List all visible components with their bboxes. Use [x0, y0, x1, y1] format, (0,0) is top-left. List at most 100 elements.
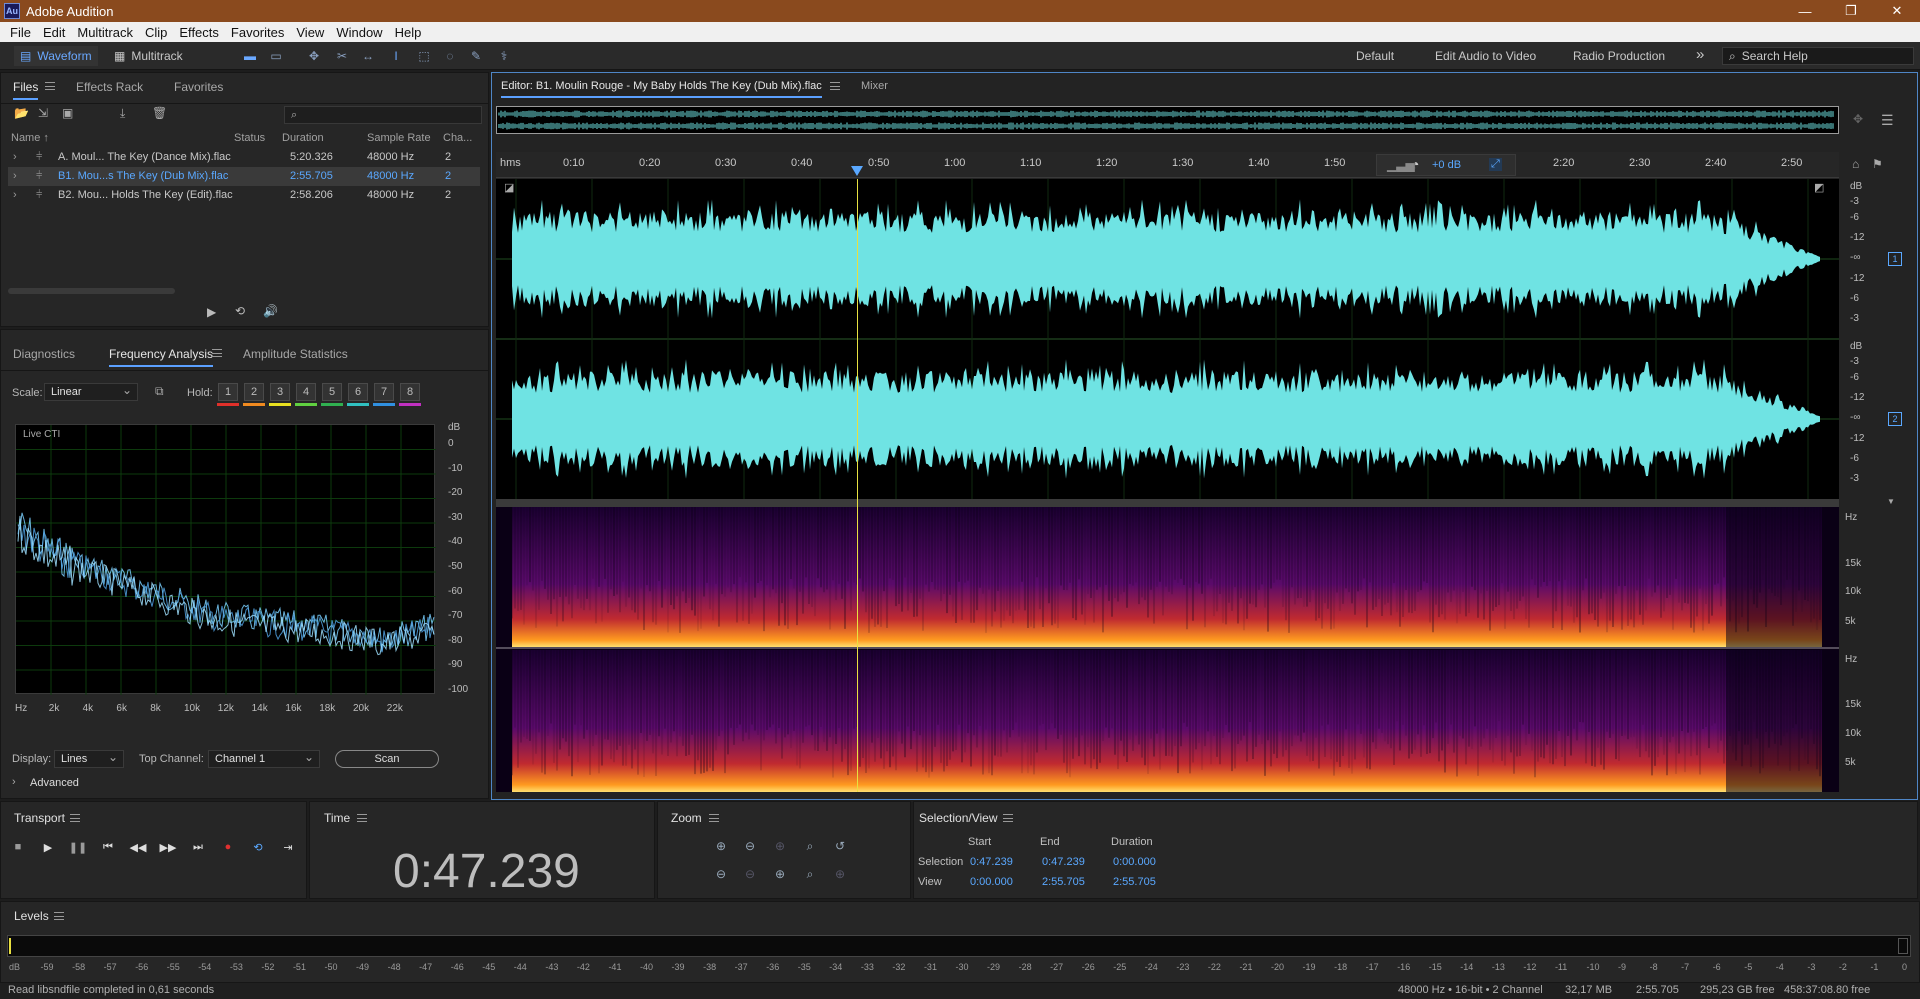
- insert-into-multitrack-icon[interactable]: ⤓: [120, 106, 125, 121]
- hold-button-3[interactable]: 3: [270, 383, 290, 401]
- selection-panel-menu-icon[interactable]: [1003, 814, 1013, 822]
- brush-tool-icon[interactable]: ✎: [468, 48, 484, 64]
- marquee-tool-icon[interactable]: ⬚: [416, 48, 432, 64]
- file-row[interactable]: › ⫩ B1. Mou...s The Key (Dub Mix).flac 2…: [8, 167, 480, 186]
- zoom-out-time-icon[interactable]: ⊖: [740, 865, 760, 883]
- hold-button-5[interactable]: 5: [322, 383, 342, 401]
- channel-badge-1[interactable]: 1: [1888, 252, 1902, 266]
- tab-diagnostics[interactable]: Diagnostics: [13, 347, 75, 361]
- gain-value[interactable]: +0 dB: [1432, 159, 1461, 171]
- time-panel-menu-icon[interactable]: [357, 814, 367, 822]
- files-search-input[interactable]: ⌕: [284, 106, 482, 124]
- open-file-icon[interactable]: 📂: [14, 106, 29, 120]
- rewind-button[interactable]: ◀◀: [128, 838, 148, 856]
- workspace-default[interactable]: Default: [1356, 49, 1394, 63]
- more-workspaces-button[interactable]: »: [1696, 46, 1704, 63]
- auto-play-icon[interactable]: 🔊: [263, 304, 278, 318]
- loop-playback-button[interactable]: ⟲: [248, 838, 268, 856]
- view-start-value[interactable]: 0:00.000: [970, 876, 1013, 888]
- stop-button[interactable]: ■: [8, 838, 28, 856]
- clip-indicator[interactable]: [1898, 938, 1908, 954]
- channel-badge-2[interactable]: 2: [1888, 412, 1902, 426]
- workspace-edit-audio-to-video[interactable]: Edit Audio to Video: [1435, 49, 1536, 63]
- display-options-icon[interactable]: ☰: [1881, 112, 1894, 129]
- lasso-tool-icon[interactable]: ◌: [442, 48, 458, 64]
- delete-file-icon[interactable]: 🗑: [152, 106, 167, 120]
- column-channels[interactable]: Cha...: [443, 132, 472, 144]
- tab-favorites[interactable]: Favorites: [174, 80, 223, 94]
- column-duration[interactable]: Duration: [282, 132, 324, 144]
- hud-pin-icon[interactable]: ⤢: [1489, 158, 1502, 171]
- expand-chevron-icon[interactable]: ›: [13, 151, 17, 163]
- advanced-toggle[interactable]: Advanced: [30, 777, 79, 789]
- expand-chevron-icon[interactable]: ›: [13, 189, 17, 201]
- advanced-chevron-icon[interactable]: ›: [12, 776, 16, 788]
- column-name[interactable]: Name ↑: [11, 132, 49, 144]
- move-tool-icon[interactable]: ✥: [306, 48, 322, 64]
- tab-files[interactable]: Files: [13, 80, 39, 100]
- divider-chevron-icon[interactable]: ▼: [1887, 497, 1895, 506]
- menu-effects[interactable]: Effects: [173, 25, 225, 40]
- fast-forward-button[interactable]: ▶▶: [158, 838, 178, 856]
- menu-favorites[interactable]: Favorites: [225, 25, 290, 40]
- spectral-display[interactable]: [496, 507, 1839, 792]
- play-button[interactable]: ▶: [38, 838, 58, 856]
- top-channel-select[interactable]: Channel 1: [208, 750, 320, 768]
- playhead-marker-icon[interactable]: [851, 166, 863, 176]
- close-button[interactable]: ✕: [1874, 0, 1920, 22]
- playhead-line[interactable]: [857, 179, 858, 792]
- column-status[interactable]: Status: [234, 132, 265, 144]
- tab-frequency-analysis[interactable]: Frequency Analysis: [109, 347, 214, 367]
- column-sample-rate[interactable]: Sample Rate: [367, 132, 431, 144]
- collapse-icon[interactable]: ◪: [504, 181, 514, 194]
- selection-duration-value[interactable]: 0:00.000: [1113, 856, 1156, 868]
- view-end-value[interactable]: 2:55.705: [1042, 876, 1085, 888]
- menu-window[interactable]: Window: [330, 25, 388, 40]
- view-duration-value[interactable]: 2:55.705: [1113, 876, 1156, 888]
- slip-tool-icon[interactable]: ↔: [360, 48, 376, 64]
- search-help-input[interactable]: ⌕ Search Help: [1722, 47, 1914, 65]
- spot-healing-icon[interactable]: ⚕: [496, 48, 512, 64]
- zoom-panel-menu-icon[interactable]: [709, 814, 719, 822]
- menu-clip[interactable]: Clip: [139, 25, 173, 40]
- skip-selection-button[interactable]: ⇥: [278, 838, 298, 856]
- record-button[interactable]: ●: [218, 838, 238, 856]
- scan-button[interactable]: Scan: [335, 750, 439, 768]
- levels-panel-menu-icon[interactable]: [54, 912, 64, 920]
- tab-editor[interactable]: Editor: B1. Moulin Rouge - My Baby Holds…: [501, 80, 822, 98]
- tab-effects-rack[interactable]: Effects Rack: [76, 80, 143, 94]
- zoom-overview-icon[interactable]: ✥: [1853, 112, 1863, 126]
- pause-button[interactable]: ❚❚: [68, 838, 88, 856]
- import-file-icon[interactable]: ⇲: [38, 106, 48, 120]
- zoom-in-amplitude-icon[interactable]: ⊕: [711, 837, 731, 855]
- scale-select[interactable]: Linear: [44, 383, 138, 401]
- snap-icon[interactable]: ⌂: [1852, 157, 1859, 171]
- minimize-button[interactable]: —: [1782, 0, 1828, 22]
- selection-start-value[interactable]: 0:47.239: [970, 856, 1013, 868]
- restore-button[interactable]: ❐: [1828, 0, 1874, 22]
- hold-button-4[interactable]: 4: [296, 383, 316, 401]
- workspace-radio-production[interactable]: Radio Production: [1573, 49, 1665, 63]
- expand-chevron-icon[interactable]: ›: [13, 170, 17, 182]
- spectral-pitch-icon[interactable]: ▭: [268, 48, 284, 64]
- go-to-end-button[interactable]: ⏭: [188, 838, 208, 856]
- razor-tool-icon[interactable]: ✂: [334, 48, 350, 64]
- menu-file[interactable]: File: [4, 25, 37, 40]
- gain-knob-icon[interactable]: ◔: [1411, 156, 1419, 172]
- play-preview-icon[interactable]: ▶: [207, 305, 216, 319]
- editor-panel-menu-icon[interactable]: [830, 82, 840, 90]
- tab-mixer[interactable]: Mixer: [861, 80, 888, 92]
- hold-button-2[interactable]: 2: [244, 383, 264, 401]
- menu-help[interactable]: Help: [389, 25, 428, 40]
- overlay-icon[interactable]: ⧉: [155, 384, 164, 399]
- display-select[interactable]: Lines: [54, 750, 124, 768]
- tab-amplitude-statistics[interactable]: Amplitude Statistics: [243, 347, 348, 361]
- zoom-in-time-icon[interactable]: ⊕: [770, 865, 790, 883]
- files-horizontal-scrollbar[interactable]: [8, 288, 175, 294]
- zoom-in-fit-icon[interactable]: ⊕: [830, 865, 850, 883]
- menu-view[interactable]: View: [290, 25, 330, 40]
- spectral-frequency-icon[interactable]: ▬: [242, 48, 258, 64]
- time-selection-tool-icon[interactable]: I: [388, 48, 404, 64]
- zoom-in-at-playhead-icon[interactable]: ⊕: [770, 837, 790, 855]
- loop-preview-icon[interactable]: ⟲: [235, 304, 245, 318]
